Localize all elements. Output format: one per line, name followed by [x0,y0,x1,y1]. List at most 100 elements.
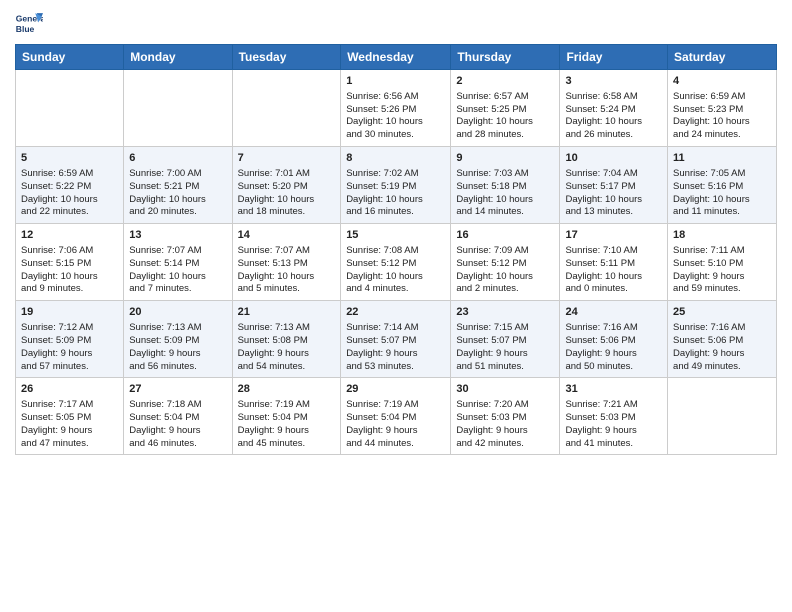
week-row-1: 1 Sunrise: 6:56 AM Sunset: 5:26 PM Daylig… [16,70,777,147]
day-cell: 2 Sunrise: 6:57 AM Sunset: 5:25 PM Daylig… [451,70,560,147]
day-cell: 11Sunrise: 7:05 AM Sunset: 5:16 PM Dayli… [668,147,777,224]
day-number: 17 [565,228,662,243]
logo-icon: General Blue [15,10,43,38]
weekday-header-tuesday: Tuesday [232,45,341,70]
day-cell: 24Sunrise: 7:16 AM Sunset: 5:06 PM Dayli… [560,301,668,378]
day-info: Sunrise: 7:19 AM Sunset: 5:04 PM Dayligh… [346,399,445,450]
week-row-4: 19Sunrise: 7:12 AM Sunset: 5:09 PM Dayli… [16,301,777,378]
day-number: 26 [21,382,118,397]
calendar: SundayMondayTuesdayWednesdayThursdayFrid… [15,44,777,455]
day-number: 19 [21,305,118,320]
day-info: Sunrise: 7:18 AM Sunset: 5:04 PM Dayligh… [129,399,226,450]
day-info: Sunrise: 7:19 AM Sunset: 5:04 PM Dayligh… [238,399,336,450]
day-info: Sunrise: 7:21 AM Sunset: 5:03 PM Dayligh… [565,399,662,450]
day-info: Sunrise: 6:59 AM Sunset: 5:22 PM Dayligh… [21,168,118,219]
day-number: 27 [129,382,226,397]
day-number: 1 [346,74,445,89]
day-number: 9 [456,151,554,166]
day-info: Sunrise: 7:03 AM Sunset: 5:18 PM Dayligh… [456,168,554,219]
day-info: Sunrise: 7:09 AM Sunset: 5:12 PM Dayligh… [456,245,554,296]
day-number: 16 [456,228,554,243]
day-number: 6 [129,151,226,166]
day-info: Sunrise: 6:57 AM Sunset: 5:25 PM Dayligh… [456,91,554,142]
day-info: Sunrise: 7:17 AM Sunset: 5:05 PM Dayligh… [21,399,118,450]
weekday-header-thursday: Thursday [451,45,560,70]
day-cell: 19Sunrise: 7:12 AM Sunset: 5:09 PM Dayli… [16,301,124,378]
day-number: 13 [129,228,226,243]
day-number: 14 [238,228,336,243]
day-cell: 27 Sunrise: 7:18 AM Sunset: 5:04 PM Dayli… [124,378,232,455]
day-cell: 17 Sunrise: 7:10 AM Sunset: 5:11 PM Dayli… [560,224,668,301]
weekday-header-sunday: Sunday [16,45,124,70]
day-info: Sunrise: 7:07 AM Sunset: 5:13 PM Dayligh… [238,245,336,296]
day-number: 4 [673,74,771,89]
day-info: Sunrise: 7:20 AM Sunset: 5:03 PM Dayligh… [456,399,554,450]
day-cell: 13 Sunrise: 7:07 AM Sunset: 5:14 PM Dayli… [124,224,232,301]
day-info: Sunrise: 7:16 AM Sunset: 5:06 PM Dayligh… [673,322,771,373]
logo: General Blue [15,10,43,38]
weekday-header-friday: Friday [560,45,668,70]
day-info: Sunrise: 7:16 AM Sunset: 5:06 PM Dayligh… [565,322,662,373]
day-number: 21 [238,305,336,320]
day-info: Sunrise: 6:59 AM Sunset: 5:23 PM Dayligh… [673,91,771,142]
day-number: 22 [346,305,445,320]
day-number: 31 [565,382,662,397]
day-cell: 31 Sunrise: 7:21 AM Sunset: 5:03 PM Dayli… [560,378,668,455]
day-cell: 6 Sunrise: 7:00 AM Sunset: 5:21 PM Daylig… [124,147,232,224]
day-info: Sunrise: 7:10 AM Sunset: 5:11 PM Dayligh… [565,245,662,296]
day-cell [232,70,341,147]
day-number: 23 [456,305,554,320]
day-cell: 29 Sunrise: 7:19 AM Sunset: 5:04 PM Dayli… [341,378,451,455]
header: General Blue [15,10,777,38]
day-info: Sunrise: 7:00 AM Sunset: 5:21 PM Dayligh… [129,168,226,219]
day-number: 5 [21,151,118,166]
week-row-2: 5 Sunrise: 6:59 AM Sunset: 5:22 PM Daylig… [16,147,777,224]
day-info: Sunrise: 6:56 AM Sunset: 5:26 PM Dayligh… [346,91,445,142]
day-cell [668,378,777,455]
day-cell: 1 Sunrise: 6:56 AM Sunset: 5:26 PM Daylig… [341,70,451,147]
weekday-header-row: SundayMondayTuesdayWednesdayThursdayFrid… [16,45,777,70]
day-number: 29 [346,382,445,397]
day-info: Sunrise: 6:58 AM Sunset: 5:24 PM Dayligh… [565,91,662,142]
day-number: 28 [238,382,336,397]
day-number: 15 [346,228,445,243]
day-number: 10 [565,151,662,166]
day-info: Sunrise: 7:11 AM Sunset: 5:10 PM Dayligh… [673,245,771,296]
day-cell: 30 Sunrise: 7:20 AM Sunset: 5:03 PM Dayli… [451,378,560,455]
day-info: Sunrise: 7:07 AM Sunset: 5:14 PM Dayligh… [129,245,226,296]
day-info: Sunrise: 7:14 AM Sunset: 5:07 PM Dayligh… [346,322,445,373]
day-number: 2 [456,74,554,89]
day-cell: 4 Sunrise: 6:59 AM Sunset: 5:23 PM Daylig… [668,70,777,147]
day-cell: 9 Sunrise: 7:03 AM Sunset: 5:18 PM Daylig… [451,147,560,224]
day-info: Sunrise: 7:08 AM Sunset: 5:12 PM Dayligh… [346,245,445,296]
day-info: Sunrise: 7:06 AM Sunset: 5:15 PM Dayligh… [21,245,118,296]
day-cell: 10 Sunrise: 7:04 AM Sunset: 5:17 PM Dayli… [560,147,668,224]
day-number: 30 [456,382,554,397]
weekday-header-saturday: Saturday [668,45,777,70]
day-cell: 23Sunrise: 7:15 AM Sunset: 5:07 PM Dayli… [451,301,560,378]
day-cell: 25Sunrise: 7:16 AM Sunset: 5:06 PM Dayli… [668,301,777,378]
day-cell: 3 Sunrise: 6:58 AM Sunset: 5:24 PM Daylig… [560,70,668,147]
day-cell: 22 Sunrise: 7:14 AM Sunset: 5:07 PM Dayli… [341,301,451,378]
day-cell: 15 Sunrise: 7:08 AM Sunset: 5:12 PM Dayli… [341,224,451,301]
day-number: 12 [21,228,118,243]
day-number: 3 [565,74,662,89]
svg-text:Blue: Blue [16,24,35,34]
day-cell: 21 Sunrise: 7:13 AM Sunset: 5:08 PM Dayli… [232,301,341,378]
day-cell: 18Sunrise: 7:11 AM Sunset: 5:10 PM Dayli… [668,224,777,301]
day-info: Sunrise: 7:05 AM Sunset: 5:16 PM Dayligh… [673,168,771,219]
day-info: Sunrise: 7:13 AM Sunset: 5:08 PM Dayligh… [238,322,336,373]
day-cell: 5 Sunrise: 6:59 AM Sunset: 5:22 PM Daylig… [16,147,124,224]
weekday-header-wednesday: Wednesday [341,45,451,70]
day-cell [16,70,124,147]
weekday-header-monday: Monday [124,45,232,70]
day-cell: 20Sunrise: 7:13 AM Sunset: 5:09 PM Dayli… [124,301,232,378]
week-row-5: 26 Sunrise: 7:17 AM Sunset: 5:05 PM Dayli… [16,378,777,455]
day-cell [124,70,232,147]
day-info: Sunrise: 7:04 AM Sunset: 5:17 PM Dayligh… [565,168,662,219]
day-number: 20 [129,305,226,320]
day-cell: 28 Sunrise: 7:19 AM Sunset: 5:04 PM Dayli… [232,378,341,455]
page: General Blue SundayMondayTuesdayWednesda… [0,0,792,612]
day-info: Sunrise: 7:02 AM Sunset: 5:19 PM Dayligh… [346,168,445,219]
day-info: Sunrise: 7:01 AM Sunset: 5:20 PM Dayligh… [238,168,336,219]
